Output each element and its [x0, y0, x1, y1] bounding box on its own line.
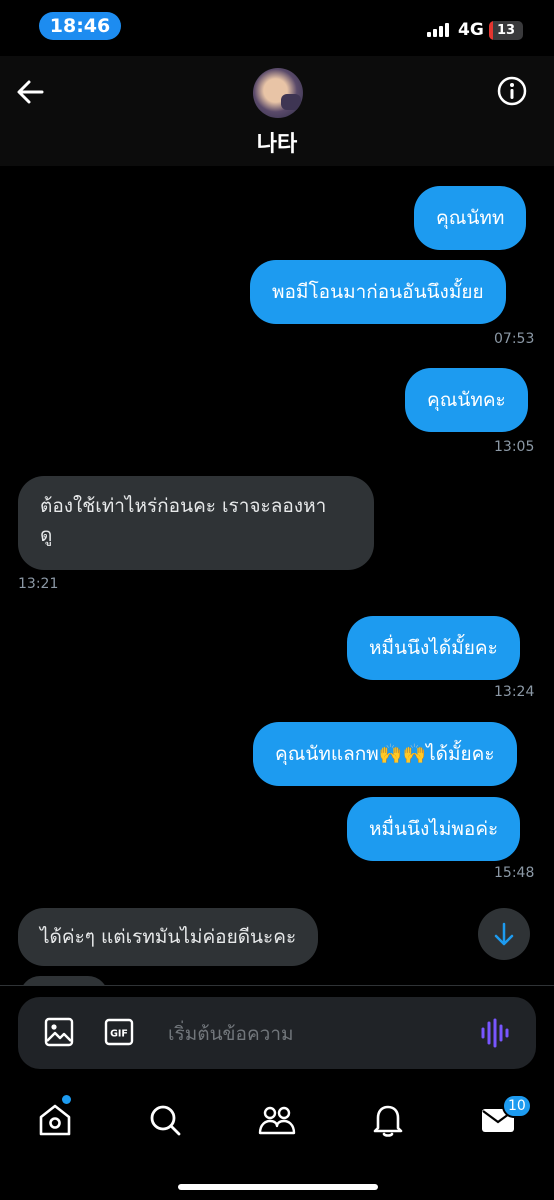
status-time: 18:46: [39, 12, 121, 40]
status-bar: 18:46 4G 13: [0, 0, 554, 56]
gif-button[interactable]: GIF: [104, 1017, 134, 1047]
message-timestamp: 13:21: [18, 576, 59, 592]
message-text: คุณนัทแลกพ: [275, 743, 379, 765]
bell-icon: [373, 1105, 403, 1137]
gif-label: GIF: [110, 1029, 128, 1040]
gif-icon: GIF: [104, 1018, 134, 1046]
back-button[interactable]: [12, 74, 48, 110]
tab-explore[interactable]: [145, 1100, 185, 1140]
battery-level: 13: [496, 23, 516, 38]
signal-icon: [427, 23, 451, 37]
message-bubble[interactable]: หมื่นนึงได้มั้ยคะ: [347, 616, 520, 680]
message-timestamp: 13:24: [494, 684, 535, 700]
arrow-left-icon: [17, 80, 44, 104]
voice-wave-icon: [481, 1018, 509, 1048]
image-button[interactable]: [44, 1017, 74, 1047]
bottom-tab-bar: 10: [0, 1082, 554, 1200]
conversation-header: 나타: [0, 56, 554, 166]
search-icon: [150, 1105, 181, 1136]
message-input[interactable]: เริ่มต้นข้อความ: [168, 1019, 294, 1049]
message-bubble[interactable]: หมื่นนึงไม่พอค่ะ: [347, 797, 521, 861]
home-notification-dot: [62, 1095, 71, 1104]
message-timestamp: 15:48: [494, 865, 535, 881]
avatar[interactable]: [253, 68, 303, 118]
message-bubble[interactable]: คุณนัทคะ: [405, 368, 528, 432]
message-timestamp: 07:53: [494, 331, 535, 347]
communities-icon: [258, 1106, 296, 1135]
message-bubble[interactable]: พอมีโอนมาก่อนอันนึงมั้ยย: [250, 260, 506, 324]
network-type: 4G: [458, 20, 484, 40]
message-bubble[interactable]: ต้องใช้เท่าไหร่ก่อนคะ เราจะลองหา ดู: [18, 476, 374, 570]
message-text: ได้มั้ยคะ: [426, 743, 495, 765]
tab-notifications[interactable]: [368, 1100, 408, 1140]
battery-fill: [489, 21, 494, 40]
scroll-to-bottom-button[interactable]: [478, 908, 530, 960]
messages-badge: 10: [502, 1094, 532, 1118]
raised-hands-emoji: 🙌🙌: [378, 743, 427, 765]
message-bubble[interactable]: คุณนัทท: [414, 186, 527, 250]
contact-name[interactable]: 나타: [0, 126, 554, 158]
image-icon: [44, 1017, 74, 1047]
message-text-line: ดู: [40, 524, 53, 546]
message-thread[interactable]: คุณนัทท พอมีโอนมาก่อนอันนึงมั้ยย 07:53 ค…: [0, 166, 554, 986]
battery-icon: 13: [489, 21, 523, 40]
arrow-down-icon: [494, 922, 514, 946]
message-text-line: ต้องใช้เท่าไหร่ก่อนคะ เราจะลองหา: [40, 495, 327, 517]
message-composer: GIF เริ่มต้นข้อความ: [18, 997, 536, 1069]
composer-divider: [0, 985, 554, 986]
tab-home[interactable]: [35, 1100, 75, 1140]
info-button[interactable]: [496, 75, 528, 107]
home-indicator: [178, 1184, 378, 1190]
tab-communities[interactable]: [257, 1100, 297, 1140]
message-bubble[interactable]: ได้ค่ะๆ แต่เรทมันไม่ค่อยดีนะคะ: [18, 908, 319, 966]
home-icon: [39, 1104, 71, 1136]
info-icon: [497, 76, 527, 106]
message-bubble[interactable]: คุณนัทแลกพ🙌🙌ได้มั้ยคะ: [253, 722, 517, 786]
message-timestamp: 13:05: [494, 439, 535, 455]
voice-message-button[interactable]: [480, 1018, 510, 1048]
